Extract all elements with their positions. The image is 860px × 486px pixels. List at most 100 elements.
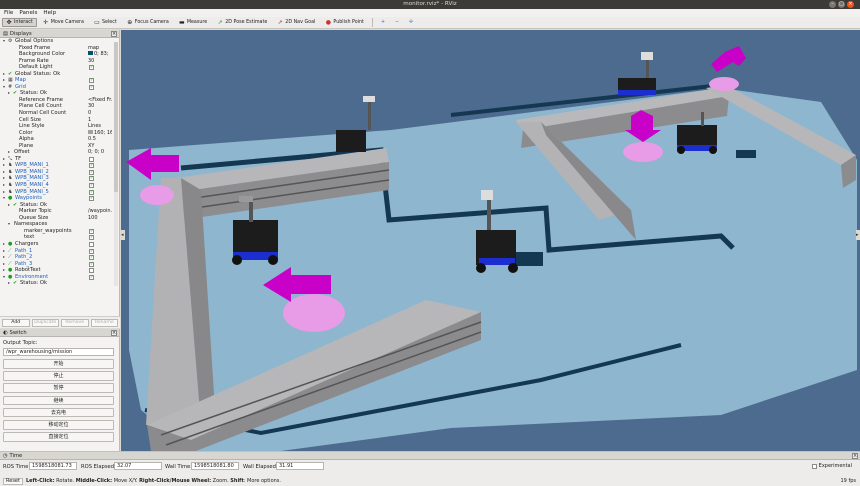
tool-2d-pose-estimate[interactable]: ➚ 2D Pose Estimate — [213, 18, 271, 27]
display-enable-checkbox[interactable]: ✓ — [89, 169, 94, 175]
wall-time-field[interactable]: 1598518081.80 — [191, 462, 239, 470]
switch-command-button[interactable]: 继续 — [3, 395, 114, 406]
display-enable-checkbox[interactable]: ✓ — [89, 84, 94, 90]
display-enable-checkbox[interactable]: ✓ — [89, 228, 94, 234]
close-switch-icon[interactable]: × — [111, 330, 117, 336]
render-viewport[interactable]: ◂ ▸ — [121, 30, 860, 451]
tool-interact[interactable]: ✥ Interact — [2, 18, 37, 27]
wall-elapsed-field[interactable]: 31.91 — [276, 462, 324, 470]
switch-command-button[interactable]: 移动定位 — [3, 420, 114, 430]
output-topic-label: Output Topic: — [3, 340, 38, 346]
display-enable-checkbox[interactable]: ✓ — [89, 196, 94, 202]
clock-icon: ◷ — [3, 452, 8, 459]
display-value-text: 30 — [88, 57, 95, 64]
display-enable-checkbox[interactable] — [89, 156, 94, 162]
display-value-text: 30 — [88, 103, 95, 110]
switch-panel-header: ◐ Switch × — [0, 329, 119, 337]
display-enable-checkbox[interactable]: ✓ — [89, 274, 94, 280]
map-obstacle — [513, 252, 543, 266]
tool-publish-point[interactable]: ● Publish Point — [321, 18, 368, 27]
pose-estimate-arrow-icon: ➚ — [217, 18, 223, 26]
display-value-text: 0; 0; 0 — [88, 149, 105, 156]
wall-elapsed-label: Wall Elapsed: — [243, 464, 278, 470]
ros-elapsed-field[interactable]: 32.07 — [114, 462, 162, 470]
display-label: Status: Ok — [20, 280, 48, 287]
viewport-right-collapse-icon[interactable]: ▸ — [856, 230, 860, 240]
menu-help[interactable]: Help — [43, 9, 56, 17]
switch-command-button[interactable]: 暂停 — [3, 383, 114, 393]
tool-move-camera[interactable]: ✛ Move Camera — [39, 18, 88, 27]
mouse-hint-text: Left-Click: Rotate. Middle-Click: Move X… — [26, 477, 281, 486]
display-enable-checkbox[interactable]: ✓ — [89, 163, 94, 169]
display-enable-checkbox[interactable]: ✓ — [89, 261, 94, 267]
menu-file[interactable]: File — [4, 9, 13, 17]
display-enable-checkbox[interactable]: ✓ — [89, 255, 94, 261]
ros-time-label: ROS Time: — [3, 464, 31, 470]
hint-part: Middle-Click: — [75, 478, 113, 484]
close-panel-icon[interactable]: × — [111, 31, 117, 37]
window-title: monitor.rviz* - RViz — [403, 1, 457, 7]
display-enable-checkbox[interactable]: ✓ — [89, 65, 94, 71]
tool-label: Interact — [14, 20, 33, 25]
tool-label: Move Camera — [50, 20, 84, 25]
menu-panels[interactable]: Panels — [19, 9, 37, 17]
scene-3d[interactable] — [121, 30, 860, 451]
rename-display-button: Rename — [90, 319, 118, 327]
waypoint-disc — [283, 294, 345, 332]
publish-point-icon: ● — [325, 18, 332, 26]
display-value-text: Lines — [88, 123, 102, 130]
duplicate-display-button: Duplicate — [31, 319, 59, 327]
ros-time-field[interactable]: 1598518081.73 — [29, 462, 77, 470]
tool-2d-nav-goal[interactable]: ➚ 2D Nav Goal — [273, 18, 319, 27]
experimental-toggle[interactable]: Experimental — [811, 463, 852, 469]
display-enable-checkbox[interactable]: ✓ — [89, 183, 94, 189]
display-value-text: 1 — [88, 116, 92, 123]
experimental-checkbox[interactable] — [811, 463, 817, 469]
hint-part: Left-Click: — [25, 478, 55, 484]
minimize-button[interactable]: – — [829, 1, 836, 8]
display-enable-checkbox[interactable]: ✓ — [89, 248, 94, 254]
tool-measure[interactable]: ▬ Measure — [175, 18, 211, 27]
tool-label: Select — [101, 20, 117, 25]
displays-tree: ▾ ⚙ Global Options Fixed Frame map Background… — [0, 38, 119, 294]
viewport-left-collapse-icon[interactable]: ◂ — [121, 230, 125, 240]
time-panel-header: ◷ Time × — [0, 452, 860, 460]
add-display-button[interactable]: Add — [2, 319, 30, 327]
display-enable-checkbox[interactable] — [89, 268, 94, 274]
collapse-arrow-icon[interactable]: ▸ — [8, 280, 10, 287]
displays-scrollbar[interactable] — [114, 42, 118, 286]
reset-button[interactable]: Reset — [3, 478, 23, 485]
display-enable-checkbox[interactable]: ✓ — [89, 235, 94, 241]
tool-focus-camera[interactable]: ⊕ Focus Camera — [123, 18, 173, 27]
waypoint-arrow — [711, 46, 746, 72]
switch-command-button[interactable]: 直接定位 — [3, 432, 114, 442]
output-topic-input[interactable]: /wpr_warehousing/mission — [3, 348, 114, 356]
displays-icon: ▤ — [3, 30, 8, 37]
display-enable-checkbox[interactable]: ✓ — [89, 176, 94, 182]
display-value-text: 0; 83; — [94, 51, 109, 58]
crosshair-icon[interactable]: ✢ — [405, 18, 417, 27]
displays-scroll-thumb[interactable] — [114, 42, 118, 192]
maximize-button[interactable]: □ — [838, 1, 845, 8]
display-enable-checkbox[interactable] — [89, 241, 94, 247]
switch-command-button[interactable]: 停止 — [3, 371, 114, 381]
color-swatch — [88, 51, 93, 56]
minus-icon[interactable]: − — [391, 18, 403, 27]
display-enable-checkbox[interactable]: ✓ — [89, 189, 94, 195]
hint-part: Right-Click/Mouse Wheel: — [139, 478, 212, 484]
tool-label: Focus Camera — [134, 20, 169, 25]
display-type-icon: ✔ — [13, 280, 18, 287]
display-row-status-ok[interactable]: ▸ ✔ Status: Ok — [0, 280, 119, 287]
switch-icon: ◐ — [3, 329, 8, 336]
displays-panel-header: ▤ Displays × — [0, 30, 119, 38]
hint-part: Rotate. — [54, 478, 76, 484]
close-time-icon[interactable]: × — [852, 453, 858, 459]
switch-command-button[interactable]: 去充电 — [3, 407, 114, 418]
wall-time-label: Wall Time: — [165, 464, 192, 470]
switch-command-button[interactable]: 开始 — [3, 359, 114, 369]
plus-icon[interactable]: + — [377, 18, 389, 27]
hint-part: Move X/Y. — [112, 478, 140, 484]
display-enable-checkbox[interactable]: ✓ — [89, 78, 94, 84]
close-button[interactable]: × — [847, 1, 854, 8]
tool-select[interactable]: ▭ Select — [90, 18, 121, 27]
